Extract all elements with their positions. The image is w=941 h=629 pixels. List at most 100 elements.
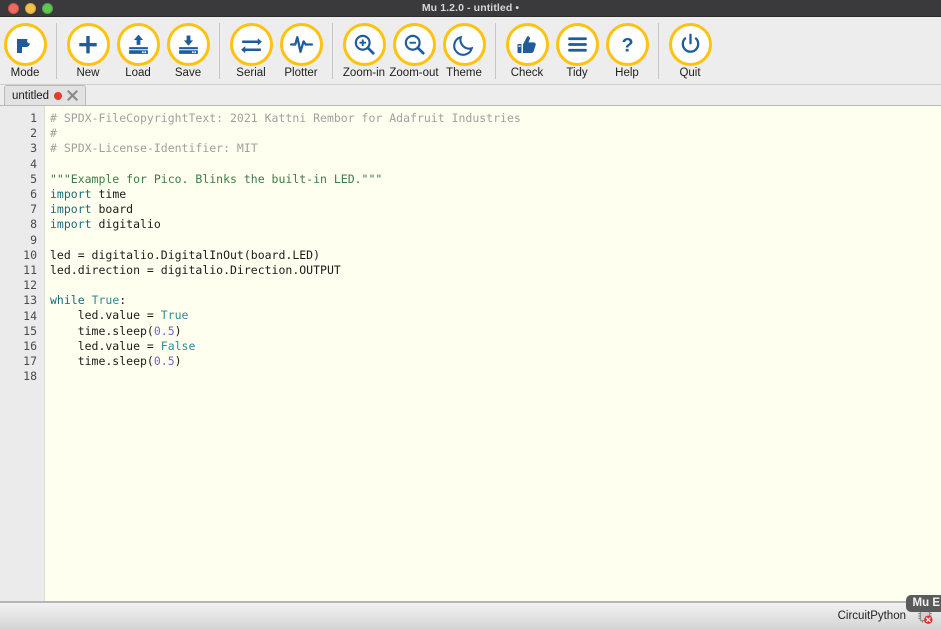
line-number: 16 (23, 339, 37, 354)
line-number: 2 (30, 126, 37, 141)
code-token: import (50, 186, 92, 201)
toolbar-button-load[interactable]: Load (114, 23, 162, 79)
status-tooltip: Mu E (905, 595, 941, 612)
code-token: led = digitalio.DigitalInOut(board.LED) (50, 247, 321, 262)
code-line: time.sleep(0.5) (50, 324, 941, 339)
code-token: digitalio (91, 217, 161, 232)
line-number: 11 (23, 263, 37, 278)
toolbar-button-tidy[interactable]: Tidy (553, 23, 601, 79)
toolbar-button-serial[interactable]: Serial (227, 23, 275, 79)
code-line: """Example for Pico. Blinks the built-in… (50, 172, 941, 187)
toolbar-label-tidy: Tidy (566, 67, 588, 79)
toolbar-label-load: Load (125, 67, 151, 79)
toolbar-button-quit[interactable]: Quit (666, 23, 714, 79)
thumbs-up-icon (505, 23, 549, 66)
plus-icon (66, 23, 110, 66)
toolbar-separator-3 (332, 23, 333, 79)
mode-status-label[interactable]: CircuitPython (838, 610, 906, 622)
toolbar-label-new: New (76, 67, 100, 79)
toolbar-label-plotter: Plotter (284, 67, 318, 79)
toolbar-label-help: Help (615, 67, 639, 79)
line-number: 8 (30, 217, 37, 232)
code-token: time.sleep( (50, 354, 154, 368)
toolbar-label-save: Save (174, 67, 202, 79)
tab-label: untitled (12, 89, 50, 102)
moon-icon (442, 23, 486, 66)
toolbar-button-save[interactable]: Save (164, 23, 212, 79)
zoom-in-magnifier-icon (342, 23, 386, 66)
title-bar: Mu 1.2.0 - untitled • (0, 0, 941, 17)
toolbar-button-help[interactable]: ? Help (603, 23, 651, 79)
tab-untitled[interactable]: untitled (4, 85, 87, 105)
code-token: time.sleep( (50, 323, 154, 338)
toolbar-label-quit: Quit (679, 67, 701, 79)
code-token: # SPDX-FileCopyrightText: 2021 Kattni Re… (50, 111, 521, 125)
question-mark-icon: ? (605, 23, 649, 66)
tab-bar: untitled (0, 85, 941, 106)
toolbar-button-theme[interactable]: Theme (440, 23, 488, 79)
code-token: 0.5 (153, 323, 175, 338)
line-number: 14 (23, 308, 37, 323)
zoom-out-magnifier-icon (392, 23, 436, 66)
close-window-button[interactable] (8, 2, 19, 14)
code-line: led.value = False (50, 339, 941, 354)
toolbar-separator-4 (495, 23, 496, 79)
toolbar-separator-5 (658, 23, 659, 79)
toolbar-label-zoom-out: Zoom-out (389, 67, 439, 79)
toolbar-button-zoom-out[interactable]: Zoom-out (389, 23, 439, 79)
toolbar-label-mode: Mode (10, 67, 40, 79)
serial-arrows-icon (229, 23, 273, 66)
window-title: Mu 1.2.0 - untitled • (421, 1, 520, 14)
code-line: led.direction = digitalio.Direction.OUTP… (50, 263, 941, 278)
minimize-window-button[interactable] (25, 2, 36, 14)
line-number: 5 (30, 171, 37, 186)
toolbar-label-theme: Theme (446, 67, 482, 79)
mu-editor-window: Mu 1.2.0 - untitled • Mode New Load Save… (0, 0, 941, 629)
status-bar: CircuitPython Mu E (0, 595, 941, 629)
code-line: import time (50, 187, 941, 202)
toolbar-button-new[interactable]: New (64, 23, 112, 79)
code-line: time.sleep(0.5) (50, 354, 941, 369)
line-number: 13 (23, 293, 37, 308)
code-token: """Example for Pico. Blinks the built-in… (50, 171, 383, 186)
toolbar-label-check: Check (510, 67, 544, 79)
load-upload-icon (116, 23, 160, 66)
line-number: 18 (23, 369, 37, 384)
code-token: False (160, 338, 196, 353)
code-line: led = digitalio.DigitalInOut(board.LED) (50, 248, 941, 263)
code-line: # (50, 126, 941, 141)
code-token: : (119, 293, 127, 308)
tab-modified-indicator (54, 91, 63, 100)
code-line: led.value = True (50, 308, 941, 323)
code-token: 0.5 (153, 354, 175, 368)
window-controls[interactable] (0, 2, 53, 14)
code-text-area[interactable]: # SPDX-FileCopyrightText: 2021 Kattni Re… (45, 106, 941, 601)
code-token: True (91, 293, 120, 308)
toolbar-button-zoom-in[interactable]: Zoom-in (340, 23, 388, 79)
line-number: 4 (30, 156, 37, 171)
code-token: board (91, 202, 134, 217)
toolbar-button-mode[interactable]: Mode (1, 23, 49, 79)
close-x-icon[interactable] (67, 90, 78, 101)
code-line: while True: (50, 293, 941, 308)
code-token: led.direction = digitalio.Direction.OUTP… (50, 262, 341, 277)
code-line: # SPDX-FileCopyrightText: 2021 Kattni Re… (50, 111, 941, 126)
power-icon (668, 23, 712, 66)
plotter-waveform-icon (279, 23, 323, 66)
line-number: 3 (30, 141, 37, 156)
hamburger-lines-icon (555, 23, 599, 66)
toolbar-button-check[interactable]: Check (503, 23, 551, 79)
zoom-window-button[interactable] (42, 2, 53, 14)
save-download-icon (166, 23, 210, 66)
line-number: 10 (23, 247, 37, 262)
line-number: 6 (30, 187, 37, 202)
code-line: import board (50, 202, 941, 217)
line-number: 7 (30, 202, 37, 217)
toolbar-button-plotter[interactable]: Plotter (277, 23, 325, 79)
line-number-gutter: 1 2 3 4 5 6 7 8 9 10 11 12 13 14 15 16 17 18 (0, 106, 45, 601)
code-token: ) (174, 323, 182, 338)
main-toolbar: Mode New Load Save Serial Plotter Zoom-i… (0, 17, 941, 85)
line-number: 15 (23, 323, 37, 338)
